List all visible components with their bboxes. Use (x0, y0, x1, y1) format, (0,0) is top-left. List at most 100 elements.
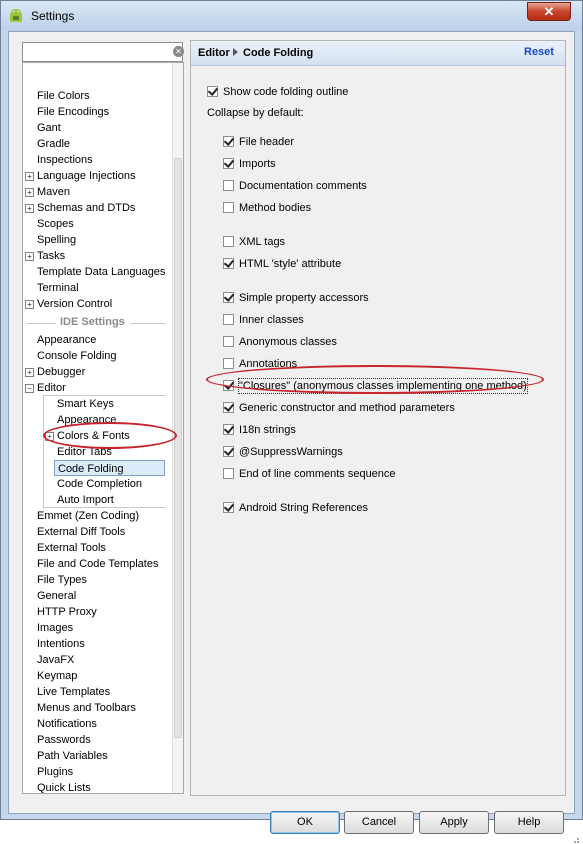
tree-item[interactable]: Tasks (37, 248, 65, 264)
highlight-ellipse-closures (206, 365, 544, 394)
expand-icon[interactable]: + (25, 368, 34, 377)
settings-search-input[interactable] (22, 42, 183, 62)
tree-item[interactable]: Schemas and DTDs (37, 200, 135, 216)
tree-item[interactable]: Debugger (37, 364, 85, 380)
tree-item[interactable]: Version Control (37, 296, 112, 312)
option-checkbox[interactable] (223, 358, 234, 369)
tree-item[interactable]: JavaFX (37, 652, 74, 668)
expand-icon[interactable]: + (25, 300, 34, 309)
tree-item[interactable]: Gant (37, 120, 61, 136)
tree-item-label: Version Control (37, 298, 113, 310)
tree-item[interactable]: Intentions (37, 636, 85, 652)
tree-item[interactable]: General (37, 588, 76, 604)
clear-search-icon[interactable]: ✕ (173, 46, 184, 57)
expand-icon[interactable]: + (25, 252, 34, 261)
tree-item[interactable]: Quick Lists (37, 780, 91, 793)
option-checkbox[interactable] (223, 314, 234, 325)
apply-button[interactable]: Apply (419, 811, 489, 834)
tree-item-label: File Encodings (37, 106, 110, 118)
tree-item-label: Appearance (37, 334, 97, 346)
tree-item[interactable]: Terminal (37, 280, 79, 296)
option-label: Anonymous classes (239, 336, 337, 348)
collapse-icon[interactable]: − (25, 384, 34, 393)
option-checkbox[interactable] (223, 292, 234, 303)
option-checkbox[interactable] (223, 202, 234, 213)
option-label: XML tags (239, 236, 286, 248)
tree-item[interactable]: File and Code Templates (37, 556, 158, 572)
option-checkbox[interactable] (223, 336, 234, 347)
tree-scrollbar-thumb[interactable] (174, 158, 182, 738)
tree-item-label: Inspections (37, 154, 93, 166)
tree-item[interactable]: Keymap (37, 668, 77, 684)
tree-scrollbar[interactable] (172, 63, 183, 793)
reset-link[interactable]: Reset (524, 46, 554, 58)
window-title: Settings (31, 9, 75, 23)
tree-item[interactable]: Auto Import (57, 492, 114, 508)
tree-item-label: HTTP Proxy (37, 606, 97, 618)
tree-item[interactable]: External Tools (37, 540, 106, 556)
tree-item[interactable]: Code Completion (57, 476, 142, 492)
option-checkbox[interactable] (223, 258, 234, 269)
tree-item-label: Template Data Languages (37, 266, 166, 278)
tree-item[interactable]: Menus and Toolbars (37, 700, 136, 716)
option-checkbox[interactable] (223, 502, 234, 513)
option-label: Android String References (239, 502, 369, 514)
tree-item-label: Plugins (37, 766, 74, 778)
tree-item[interactable]: Language Injections (37, 168, 135, 184)
title-bar[interactable]: Settings ✕ (1, 1, 582, 31)
tree-item-label: Intentions (37, 638, 85, 650)
tree-item[interactable]: Images (37, 620, 73, 636)
option-checkbox[interactable] (223, 136, 234, 147)
tree-item-label: General (37, 590, 77, 602)
tree-item-label: Schemas and DTDs (37, 202, 136, 214)
ok-button[interactable]: OK (270, 811, 340, 834)
tree-item-label: Smart Keys (57, 398, 114, 410)
tree-item[interactable]: Editor (37, 380, 66, 396)
tree-item-label: Gant (37, 122, 61, 134)
tree-item[interactable]: Plugins (37, 764, 73, 780)
tree-item[interactable]: Console Folding (37, 348, 117, 364)
tree-item[interactable]: Scopes (37, 216, 74, 232)
tree-item[interactable]: Spelling (37, 232, 76, 248)
expand-icon[interactable]: + (25, 172, 34, 181)
tree-item-label: Emmet (Zen Coding) (37, 510, 140, 522)
help-button[interactable]: Help (494, 811, 564, 834)
ide-settings-section-header: IDE Settings (23, 316, 173, 330)
tree-item-label: Code Folding (58, 463, 124, 475)
expand-icon[interactable]: + (25, 204, 34, 213)
option-checkbox[interactable] (223, 158, 234, 169)
option-checkbox[interactable] (223, 180, 234, 191)
tree-item[interactable]: Passwords (37, 732, 91, 748)
tree-item[interactable]: Inspections (37, 152, 93, 168)
tree-item[interactable]: Code Folding (54, 460, 165, 476)
expand-icon[interactable]: + (25, 188, 34, 197)
option-label: HTML 'style' attribute (239, 258, 342, 270)
option-checkbox[interactable] (223, 446, 234, 457)
tree-item[interactable]: File Encodings (37, 104, 109, 120)
tree-item[interactable]: Maven (37, 184, 70, 200)
option-checkbox[interactable] (223, 424, 234, 435)
tree-item[interactable]: File Colors (37, 88, 90, 104)
highlight-ellipse-tree (43, 422, 177, 449)
tree-item[interactable]: Appearance (37, 332, 96, 348)
tree-item[interactable]: Emmet (Zen Coding) (37, 508, 139, 524)
cancel-button[interactable]: Cancel (344, 811, 414, 834)
breadcrumb-arrow-icon (233, 48, 238, 56)
tree-item[interactable]: Template Data Languages (37, 264, 165, 280)
show-outline-checkbox[interactable] (207, 86, 218, 97)
tree-item[interactable]: Live Templates (37, 684, 110, 700)
tree-item[interactable]: Path Variables (37, 748, 108, 764)
tree-item[interactable]: External Diff Tools (37, 524, 125, 540)
tree-item[interactable]: File Types (37, 572, 87, 588)
option-checkbox[interactable] (223, 236, 234, 247)
resize-grip-icon[interactable] (570, 834, 580, 844)
tree-item[interactable]: Notifications (37, 716, 97, 732)
panel-body: Show code folding outline Collapse by de… (191, 66, 565, 795)
tree-item[interactable]: Smart Keys (57, 396, 114, 412)
tree-item-label: Gradle (37, 138, 71, 150)
tree-item[interactable]: HTTP Proxy (37, 604, 97, 620)
option-checkbox[interactable] (223, 468, 234, 479)
option-checkbox[interactable] (223, 402, 234, 413)
tree-item[interactable]: Gradle (37, 136, 70, 152)
close-button[interactable]: ✕ (527, 2, 571, 21)
